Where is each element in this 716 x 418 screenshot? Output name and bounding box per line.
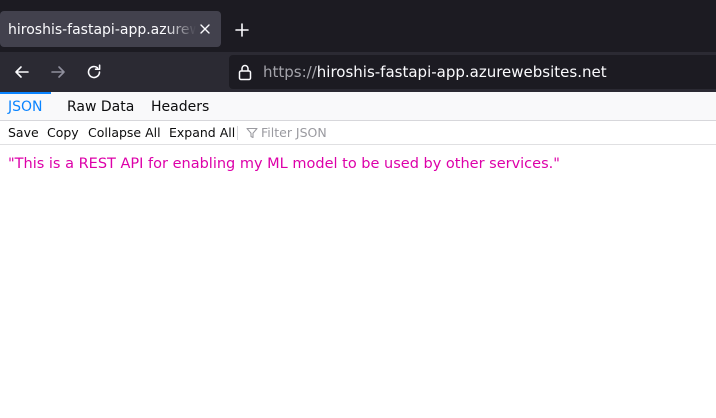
- filter-json-input[interactable]: [258, 123, 464, 142]
- close-icon[interactable]: [198, 22, 212, 36]
- expand-all-button[interactable]: Expand All: [169, 121, 235, 144]
- filter-icon: [246, 127, 258, 139]
- json-string-value: "This is a REST API for enabling my ML m…: [8, 156, 560, 172]
- toolbar-divider: [237, 126, 238, 140]
- browser-tab-strip: hiroshis-fastapi-app.azurewebsites.net: [0, 0, 716, 52]
- url-text[interactable]: https://hiroshis-fastapi-app.azurewebsit…: [263, 63, 607, 81]
- lock-icon[interactable]: [237, 63, 253, 81]
- navigation-bar: https://hiroshis-fastapi-app.azurewebsit…: [0, 52, 716, 92]
- arrow-left-icon[interactable]: [12, 62, 32, 82]
- collapse-all-button[interactable]: Collapse All: [88, 121, 161, 144]
- url-host: hiroshis-fastapi-app.azurewebsites.net: [316, 63, 607, 81]
- tab-headers[interactable]: Headers: [143, 92, 217, 120]
- arrow-right-icon[interactable]: [48, 62, 68, 82]
- tab-raw-data[interactable]: Raw Data: [59, 92, 142, 120]
- url-bar[interactable]: https://hiroshis-fastapi-app.azurewebsit…: [229, 55, 716, 89]
- plus-icon[interactable]: [232, 20, 252, 40]
- json-toolbar: Save Copy Collapse All Expand All: [0, 121, 716, 145]
- url-scheme: https://: [263, 63, 317, 81]
- reload-icon[interactable]: [84, 62, 104, 82]
- browser-tab[interactable]: hiroshis-fastapi-app.azurewebsites.net: [0, 11, 221, 47]
- save-button[interactable]: Save: [8, 121, 39, 144]
- json-viewer-tabs: JSON Raw Data Headers: [0, 92, 716, 121]
- tab-json[interactable]: JSON: [0, 92, 51, 120]
- tab-title: hiroshis-fastapi-app.azurewebsites.net: [8, 22, 196, 38]
- copy-button[interactable]: Copy: [47, 121, 79, 144]
